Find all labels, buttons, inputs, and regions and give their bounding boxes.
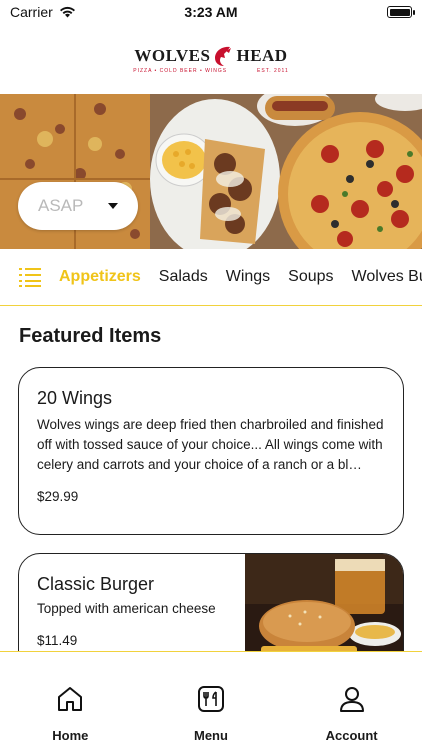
order-time-value: ASAP xyxy=(38,196,84,215)
carrier-label: Carrier xyxy=(10,4,53,20)
logo-est: EST. 2011 xyxy=(257,67,289,74)
account-icon xyxy=(339,687,364,712)
tab-menu-label: Menu xyxy=(194,728,228,743)
wolf-head-icon xyxy=(215,46,232,66)
item-text: Classic Burger Topped with american chee… xyxy=(37,574,247,648)
logo-header: WOLVES HEAD PIZZA • COLD BEER • WINGS ES… xyxy=(0,24,422,94)
status-time: 3:23 AM xyxy=(184,4,238,20)
item-description: Topped with american cheese xyxy=(37,601,216,616)
section-title: Featured Items xyxy=(19,325,162,347)
tab-soups[interactable]: Soups xyxy=(288,268,333,286)
item-price: $29.99 xyxy=(37,489,79,504)
tab-home-label: Home xyxy=(52,728,89,743)
battery-fill xyxy=(389,8,410,16)
tab-account-label: Account xyxy=(325,728,378,743)
tab-appetizers[interactable]: Appetizers xyxy=(59,268,141,286)
dropdown-caret-icon xyxy=(108,203,118,209)
tab-home[interactable]: Home xyxy=(15,684,125,750)
brand-logo: WOLVES HEAD PIZZA • COLD BEER • WINGS ES… xyxy=(133,45,289,74)
logo-left-word: WOLVES xyxy=(134,45,211,65)
category-tabs: Appetizers Salads Wings Soups Wolves Bur xyxy=(0,249,422,306)
tab-salads[interactable]: Salads xyxy=(159,268,208,286)
tab-wings[interactable]: Wings xyxy=(226,268,270,286)
status-left: Carrier xyxy=(10,4,76,20)
item-name: Classic Burger xyxy=(37,574,155,594)
logo-right-word: HEAD xyxy=(236,45,288,65)
tab-wolves-burgers[interactable]: Wolves Bur xyxy=(352,268,422,286)
logo-tagline: PIZZA • COLD BEER • WINGS xyxy=(133,67,228,74)
featured-item-card[interactable]: 20 Wings Wolves wings are deep fried the… xyxy=(18,367,404,535)
tab-menu[interactable]: Menu xyxy=(156,684,266,750)
wifi-icon xyxy=(59,6,75,18)
tab-account[interactable]: Account xyxy=(297,684,407,750)
item-description: Wolves wings are deep fried then charbro… xyxy=(37,417,384,472)
status-bar: Carrier 3:23 AM xyxy=(0,0,422,24)
hero-banner: ASAP xyxy=(0,94,422,249)
list-icon[interactable] xyxy=(19,267,41,287)
item-name: 20 Wings xyxy=(37,388,113,408)
item-price: $11.49 xyxy=(37,633,78,648)
logo-sub: PIZZA • COLD BEER • WINGS EST. 2011 xyxy=(133,68,289,74)
home-icon xyxy=(58,687,83,711)
menu-icon xyxy=(197,686,224,712)
battery-icon xyxy=(387,6,415,18)
bottom-tab-bar: Home Menu Account xyxy=(0,651,422,750)
order-time-select[interactable]: ASAP xyxy=(18,182,138,230)
